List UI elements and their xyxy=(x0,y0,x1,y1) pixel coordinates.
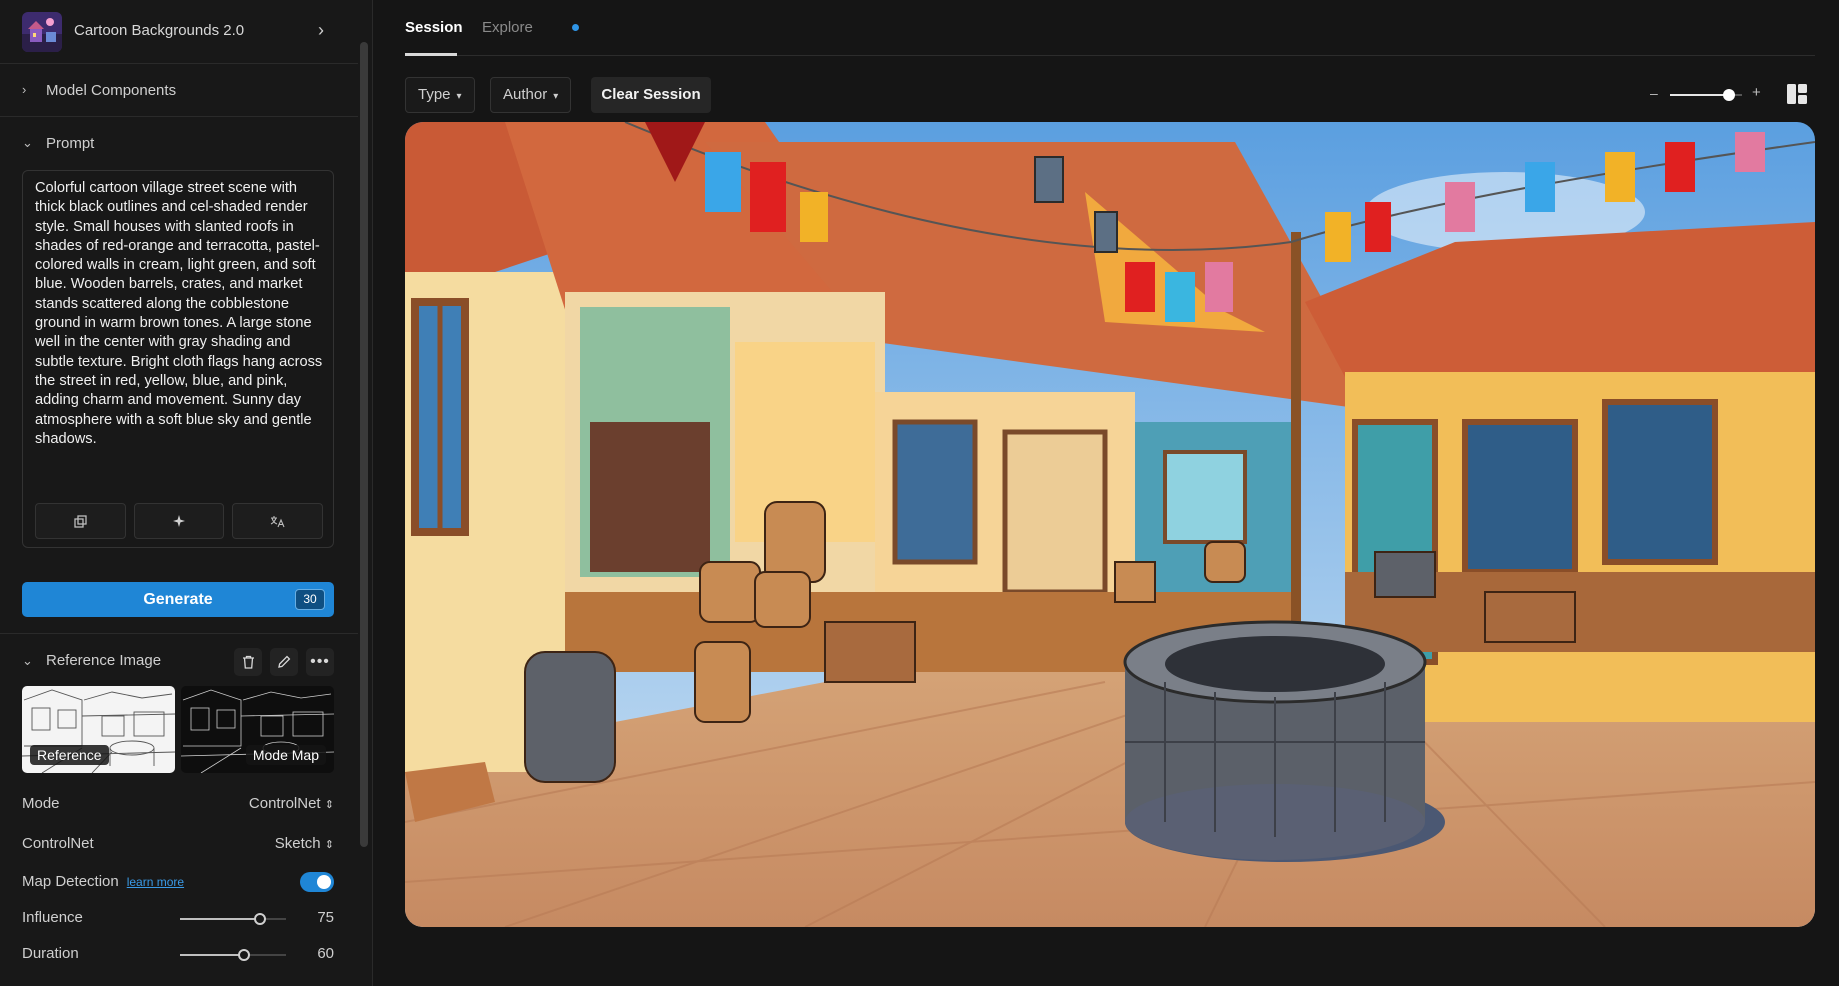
slider-fill xyxy=(180,918,260,920)
mode-map-thumbnail[interactable]: Mode Map xyxy=(181,686,334,773)
influence-slider[interactable] xyxy=(180,913,286,925)
trash-button[interactable] xyxy=(234,648,262,676)
more-icon: ••• xyxy=(310,653,330,670)
translate-icon xyxy=(270,515,285,527)
magic-enhance-icon xyxy=(173,515,185,527)
param-label: Influence xyxy=(22,909,83,926)
chevron-right-icon: › xyxy=(22,82,27,97)
divider xyxy=(0,633,358,634)
updown-icon: ⇕ xyxy=(324,799,334,811)
author-filter-button[interactable]: Author ▾ xyxy=(490,77,572,113)
credit-count-badge: 30 xyxy=(295,589,325,610)
mode-select[interactable]: Mode ControlNet ⇕ xyxy=(22,792,334,816)
grid-layout-icon[interactable] xyxy=(1787,84,1807,104)
translate-button[interactable] xyxy=(232,503,324,539)
model-name: Cartoon Backgrounds 2.0 xyxy=(74,22,245,39)
section-reference-image[interactable]: ⌄ Reference Image ••• xyxy=(0,645,358,677)
section-label: Prompt xyxy=(46,135,95,152)
param-value: Sketch ⇕ xyxy=(274,835,334,852)
trash-icon xyxy=(242,655,254,669)
param-value: 60 xyxy=(317,945,334,962)
map-detection-row: Map Detection learn more xyxy=(22,870,334,894)
filter-label: Type xyxy=(418,86,451,103)
duration-slider[interactable] xyxy=(180,949,286,961)
model-selector[interactable]: Cartoon Backgrounds 2.0 › xyxy=(0,0,358,64)
tab-session[interactable]: Session xyxy=(405,19,463,36)
zoom-out-button[interactable]: – xyxy=(1650,85,1658,101)
controlnet-select[interactable]: ControlNet Sketch ⇕ xyxy=(22,832,334,856)
param-label: Map Detection learn more xyxy=(22,873,185,890)
tab-active-indicator xyxy=(405,53,457,56)
duration-slider-row: Duration 60 xyxy=(22,942,334,966)
section-label: Reference Image xyxy=(46,652,162,669)
thumb-tag: Reference xyxy=(30,745,109,765)
type-filter-button[interactable]: Type ▾ xyxy=(405,77,475,113)
param-value: ControlNet ⇕ xyxy=(248,795,334,812)
thumb-tag: Mode Map xyxy=(245,745,326,765)
slider-knob[interactable] xyxy=(253,913,266,925)
param-value: 75 xyxy=(317,909,334,926)
chevron-down-icon: ⌄ xyxy=(22,653,33,668)
model-thumbnail xyxy=(22,12,62,52)
reference-thumbnail[interactable]: Reference xyxy=(22,686,175,773)
zoom-knob[interactable] xyxy=(1723,89,1736,101)
main-panel: Session Explore Type ▾ Author ▾ Clear Sess… xyxy=(374,0,1839,986)
param-label: ControlNet xyxy=(22,835,94,852)
param-label: Mode xyxy=(22,795,60,812)
zoom-fill xyxy=(1670,94,1730,96)
clear-session-button[interactable]: Clear Session xyxy=(591,77,711,113)
tab-explore[interactable]: Explore xyxy=(482,19,533,36)
chevron-down-icon: ⌄ xyxy=(22,135,33,150)
chevron-down-icon: ▾ xyxy=(456,91,462,102)
generate-label: Generate xyxy=(143,590,213,608)
map-detection-toggle[interactable] xyxy=(300,872,334,892)
slider-fill xyxy=(180,954,244,956)
toggle-knob xyxy=(317,875,331,889)
learn-more-link[interactable]: learn more xyxy=(127,875,184,889)
section-label: Model Components xyxy=(46,82,177,99)
generate-button[interactable]: Generate 30 xyxy=(22,582,334,617)
section-prompt[interactable]: ⌄ Prompt xyxy=(0,118,358,170)
chevron-right-icon[interactable]: › xyxy=(318,20,324,41)
slider-knob[interactable] xyxy=(237,949,250,961)
filter-label: Author xyxy=(503,86,548,103)
updown-icon: ⇕ xyxy=(324,839,334,851)
sidebar-scrollbar[interactable] xyxy=(360,42,368,847)
enhance-button[interactable] xyxy=(133,503,225,539)
param-label: Duration xyxy=(22,945,79,962)
zoom-slider[interactable] xyxy=(1670,89,1742,101)
more-button[interactable]: ••• xyxy=(306,648,334,676)
section-model-components[interactable]: › Model Components xyxy=(0,65,358,117)
prompt-textarea[interactable]: Colorful cartoon village street scene wi… xyxy=(22,170,334,548)
notification-dot xyxy=(572,24,579,31)
prompt-text[interactable]: Colorful cartoon village street scene wi… xyxy=(35,179,327,449)
influence-slider-row: Influence 75 xyxy=(22,906,334,930)
edit-button[interactable] xyxy=(270,648,298,676)
zoom-in-button[interactable]: + xyxy=(1752,84,1761,101)
edit-pencil-icon xyxy=(278,655,291,668)
generated-image[interactable] xyxy=(405,122,1815,927)
copy-icon xyxy=(74,514,87,528)
sidebar: Cartoon Backgrounds 2.0 › › Model Compon… xyxy=(0,0,373,986)
tab-bar: Session Explore xyxy=(405,0,1815,56)
zoom-control: – + xyxy=(1650,84,1761,106)
chevron-down-icon: ▾ xyxy=(553,91,559,102)
prompt-toolbar xyxy=(35,503,324,539)
copy-button[interactable] xyxy=(35,503,126,539)
